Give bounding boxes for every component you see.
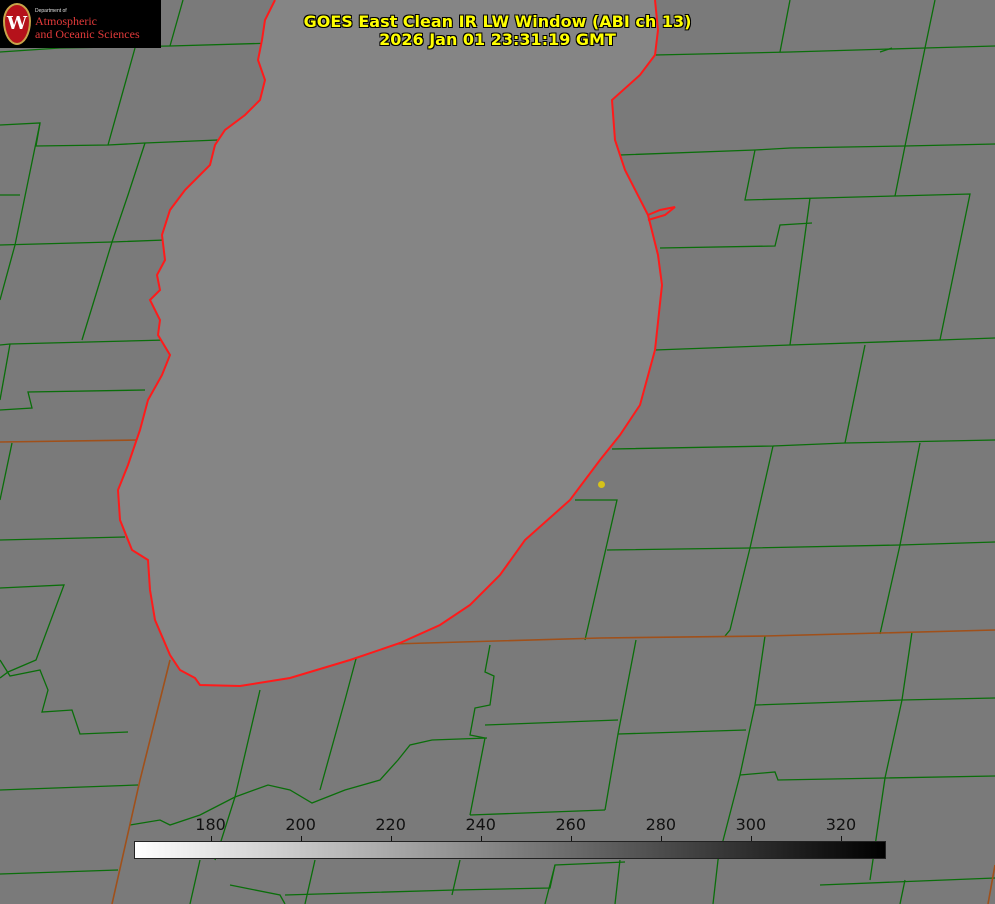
- colorbar-tick-mark: [750, 836, 752, 841]
- uw-seal-icon: W: [3, 3, 31, 45]
- colorbar-tick-label: 240: [465, 815, 496, 834]
- colorbar-tick-mark: [390, 836, 392, 841]
- map-viewport: GOES East Clean IR LW Window (ABI ch 13)…: [0, 0, 995, 904]
- colorbar-tick-label: 320: [825, 815, 857, 834]
- colorbar-tick-label: 220: [375, 815, 406, 834]
- temperature-colorbar: [134, 841, 886, 859]
- aos-logo: W Department of Atmospheric and Oceanic …: [0, 0, 161, 48]
- colorbar-tick-label: 180: [195, 815, 226, 834]
- colorbar-tick-mark: [210, 836, 212, 841]
- colorbar-tick-label: 280: [645, 815, 677, 834]
- colorbar-tick-mark: [480, 836, 482, 841]
- colorbar-tick-mark: [840, 836, 842, 841]
- colorbar-tick-mark: [570, 836, 572, 841]
- colorbar-tick-label: 300: [735, 815, 767, 834]
- map-layer: [0, 0, 995, 904]
- colorbar-tick-mark: [300, 836, 302, 841]
- logo-name-line2: and Oceanic Sciences: [35, 27, 140, 41]
- colorbar-tick-label: 260: [555, 815, 587, 834]
- station-marker: [598, 481, 605, 488]
- colorbar-tick-mark: [660, 836, 662, 841]
- colorbar-tick-label: 200: [285, 815, 316, 834]
